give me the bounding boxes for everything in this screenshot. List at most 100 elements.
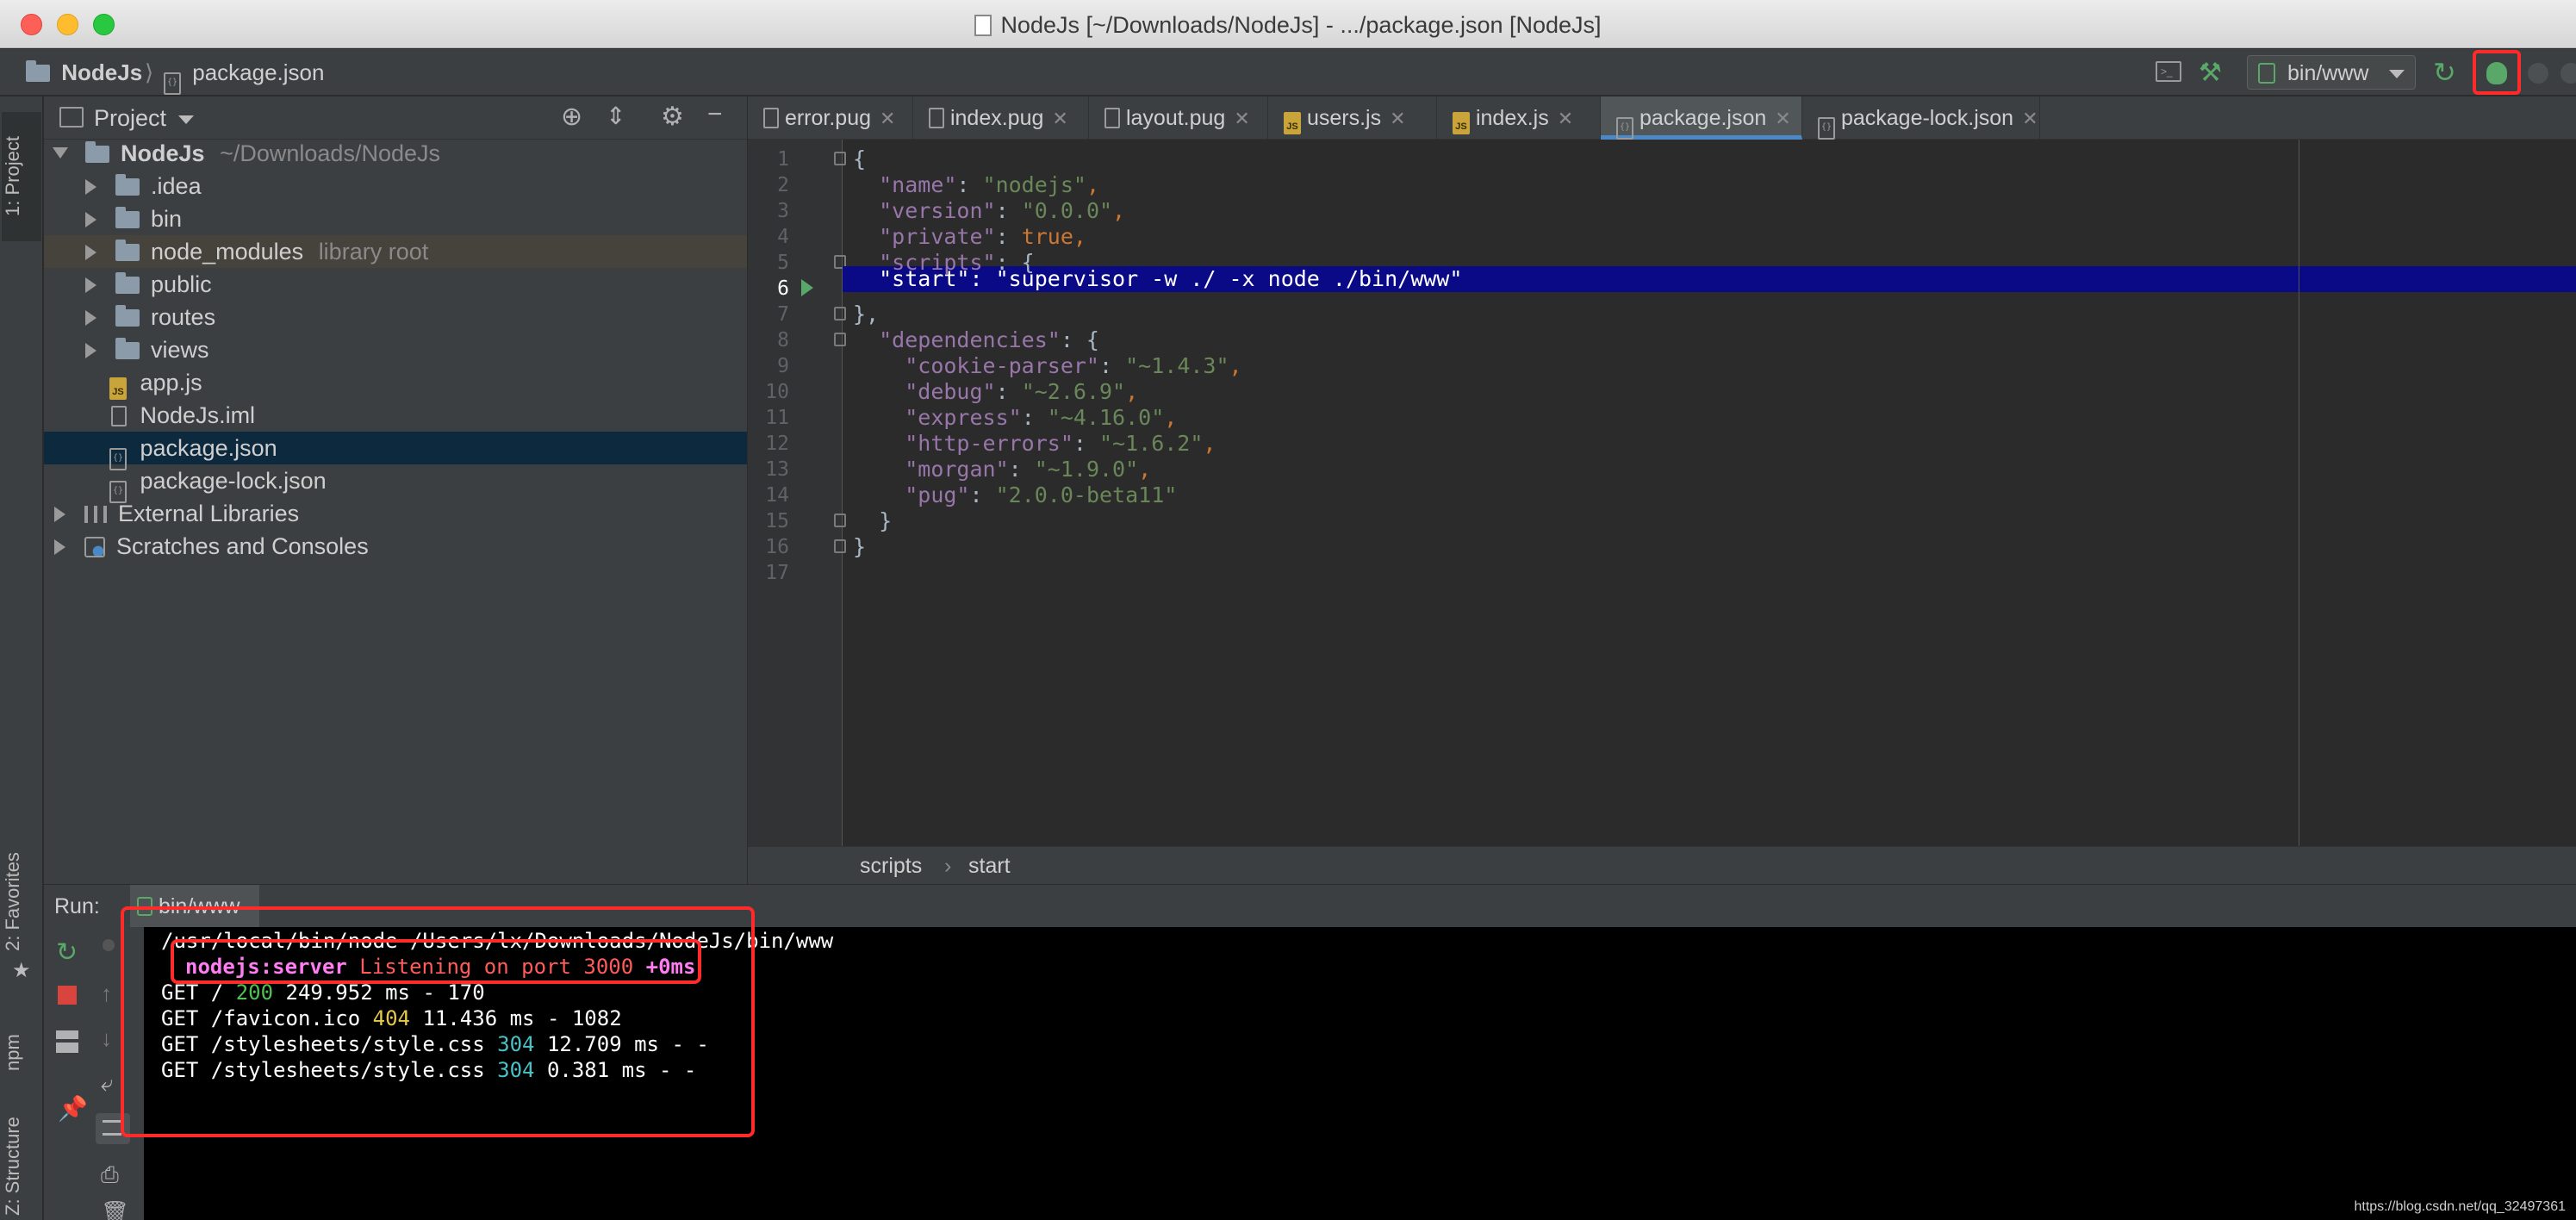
collapsed-arrow-icon bbox=[85, 343, 96, 358]
tab-package-json[interactable]: {} package.json ✕ bbox=[1601, 96, 1802, 140]
code-line-2[interactable]: "name": "nodejs", bbox=[853, 172, 1099, 197]
down-arrow-icon[interactable]: ↓ bbox=[101, 1025, 112, 1052]
stop-icon[interactable] bbox=[2528, 63, 2548, 84]
folder-icon bbox=[115, 240, 140, 261]
library-icon bbox=[84, 506, 107, 523]
code-line-1[interactable]: { bbox=[853, 146, 866, 171]
tree-item-external-libraries[interactable]: External Libraries bbox=[44, 497, 747, 530]
stop-icon[interactable] bbox=[58, 986, 77, 1005]
close-tab-icon[interactable]: ✕ bbox=[1775, 108, 1790, 129]
tab-favorites[interactable]: 2: Favorites bbox=[2, 837, 41, 967]
code-line-15[interactable]: } bbox=[853, 508, 892, 533]
terminal-icon[interactable]: >_ bbox=[2156, 61, 2181, 82]
tree-item-root[interactable]: NodeJs ~/Downloads/NodeJs bbox=[44, 137, 747, 170]
tree-item-bin[interactable]: bin bbox=[44, 202, 747, 235]
trash-icon[interactable]: 🗑 bbox=[101, 1199, 129, 1220]
collapsed-arrow-icon bbox=[85, 212, 96, 227]
tab-index-pug[interactable]: index.pug ✕ bbox=[913, 96, 1089, 140]
tree-item-app-js[interactable]: JS app.js bbox=[44, 366, 747, 400]
tree-item-node-modules[interactable]: node_modules library root bbox=[44, 235, 747, 268]
javascript-file-icon: JS bbox=[1453, 112, 1470, 134]
navigation-bar: NodeJs ⟩ {} package.json >_ ⚒ bin/www ↻ bbox=[0, 49, 2576, 96]
soft-wrap-icon[interactable]: ⤶ bbox=[101, 1070, 114, 1098]
close-tab-icon[interactable]: ✕ bbox=[1390, 108, 1405, 129]
chevron-down-icon bbox=[2389, 70, 2405, 78]
pin-icon[interactable]: 📌 bbox=[58, 1094, 88, 1123]
run-script-gutter-icon[interactable] bbox=[801, 279, 813, 296]
code-line-3[interactable]: "version": "0.0.0", bbox=[853, 198, 1125, 223]
collapsed-arrow-icon bbox=[85, 277, 96, 293]
locate-target-icon[interactable]: ⊕ bbox=[561, 102, 582, 132]
scratches-icon bbox=[84, 537, 105, 557]
fold-marker-icon[interactable] bbox=[834, 539, 846, 553]
code-line-14[interactable]: "pug": "2.0.0-beta11" bbox=[853, 482, 1177, 507]
hide-panel-icon[interactable]: − bbox=[707, 100, 723, 129]
tab-index-js[interactable]: JS index.js ✕ bbox=[1437, 96, 1601, 140]
tree-item-views[interactable]: views bbox=[44, 333, 747, 366]
tab-npm[interactable]: npm bbox=[2, 1010, 41, 1096]
close-tab-icon[interactable]: ✕ bbox=[1558, 108, 1573, 129]
tree-item-scratches[interactable]: Scratches and Consoles bbox=[44, 530, 747, 563]
tab-project[interactable]: 1: Project bbox=[2, 112, 41, 241]
project-panel-header: Project ⊕ ⇕ ⚙ − bbox=[44, 96, 747, 140]
code-line-8[interactable]: "dependencies": { bbox=[853, 327, 1099, 352]
tab-users-js[interactable]: JS users.js ✕ bbox=[1268, 96, 1437, 140]
tab-package-lock-json[interactable]: {} package-lock.json ✕ bbox=[1802, 96, 2040, 140]
code-line-13[interactable]: "morgan": "~1.9.0", bbox=[853, 457, 1151, 482]
tree-item-public[interactable]: public bbox=[44, 268, 747, 301]
tree-item-routes[interactable]: routes bbox=[44, 301, 747, 333]
close-tab-icon[interactable]: ✕ bbox=[1234, 108, 1249, 129]
tab-layout-pug[interactable]: layout.pug ✕ bbox=[1089, 96, 1268, 140]
print-icon[interactable]: ⎙ bbox=[101, 1161, 119, 1189]
tree-item-nodejs-iml[interactable]: NodeJs.iml bbox=[44, 399, 747, 432]
layout-icon[interactable] bbox=[56, 1030, 78, 1053]
build-hammer-icon[interactable]: ⚒ bbox=[2199, 58, 2222, 88]
breadcrumb-file[interactable]: {} package.json bbox=[164, 49, 324, 96]
code-line-4[interactable]: "private": true, bbox=[853, 224, 1086, 249]
collapse-all-icon[interactable]: ⇕ bbox=[606, 102, 625, 130]
run-config-selector[interactable]: bin/www bbox=[2247, 55, 2416, 90]
pause-icon[interactable] bbox=[103, 939, 115, 951]
code-line-5[interactable]: "scripts": { bbox=[853, 250, 1035, 275]
json-file-icon: {} bbox=[164, 72, 181, 95]
close-tab-icon[interactable]: ✕ bbox=[2022, 108, 2038, 129]
view-dropdown-chevron-icon[interactable] bbox=[178, 115, 194, 124]
expanded-arrow-icon bbox=[53, 147, 68, 159]
close-tab-icon[interactable]: ✕ bbox=[880, 108, 895, 129]
tree-item-package-json[interactable]: {} package.json bbox=[44, 432, 747, 470]
fold-marker-icon[interactable] bbox=[834, 333, 846, 346]
tree-item-package-lock-json[interactable]: {} package-lock.json bbox=[44, 464, 747, 503]
collapsed-arrow-icon bbox=[54, 539, 65, 555]
breadcrumb-project[interactable]: NodeJs bbox=[26, 49, 142, 96]
collapsed-arrow-icon bbox=[85, 310, 96, 326]
fold-marker-icon[interactable] bbox=[834, 307, 846, 321]
gear-icon[interactable]: ⚙ bbox=[661, 102, 684, 132]
json-file-icon: {} bbox=[1818, 117, 1835, 140]
code-line-12[interactable]: "http-errors": "~1.6.2", bbox=[853, 431, 1216, 456]
title-bar: NodeJs [~/Downloads/NodeJs] - .../packag… bbox=[0, 0, 2576, 48]
fold-marker-icon[interactable] bbox=[834, 514, 846, 527]
profiler-icon[interactable] bbox=[2560, 63, 2576, 84]
javascript-file-icon: JS bbox=[1284, 112, 1301, 134]
tab-error-pug[interactable]: error.pug ✕ bbox=[748, 96, 913, 140]
code-line-7[interactable]: }, bbox=[853, 302, 879, 327]
rerun-icon[interactable]: ↻ bbox=[2433, 56, 2456, 89]
project-panel: Project ⊕ ⇕ ⚙ − NodeJs ~/Downloads/NodeJ… bbox=[44, 96, 747, 884]
up-arrow-icon[interactable]: ↑ bbox=[101, 980, 112, 1007]
breadcrumb-scripts[interactable]: scripts bbox=[860, 847, 922, 885]
tab-structure[interactable]: Z: Structure bbox=[2, 1113, 41, 1220]
breadcrumb-start[interactable]: start bbox=[968, 847, 1011, 885]
line-gutter: 1 2 3 4 5 6 7 8 9 10 11 12 13 14 15 16 1… bbox=[748, 140, 846, 846]
folder-icon bbox=[115, 338, 140, 359]
code-line-10[interactable]: "debug": "~2.6.9", bbox=[853, 379, 1138, 404]
editor-breadcrumb: scripts › start bbox=[748, 846, 2576, 884]
close-tab-icon[interactable]: ✕ bbox=[1052, 108, 1067, 129]
code-line-9[interactable]: "cookie-parser": "~1.4.3", bbox=[853, 353, 1241, 378]
code-line-16[interactable]: } bbox=[853, 534, 866, 559]
rerun-icon[interactable]: ↻ bbox=[56, 937, 78, 968]
debug-button[interactable] bbox=[2473, 50, 2521, 95]
tree-item-idea[interactable]: .idea bbox=[44, 170, 747, 202]
code-line-11[interactable]: "express": "~4.16.0", bbox=[853, 405, 1177, 430]
collapsed-arrow-icon bbox=[85, 245, 96, 260]
fold-marker-icon[interactable] bbox=[834, 152, 846, 165]
